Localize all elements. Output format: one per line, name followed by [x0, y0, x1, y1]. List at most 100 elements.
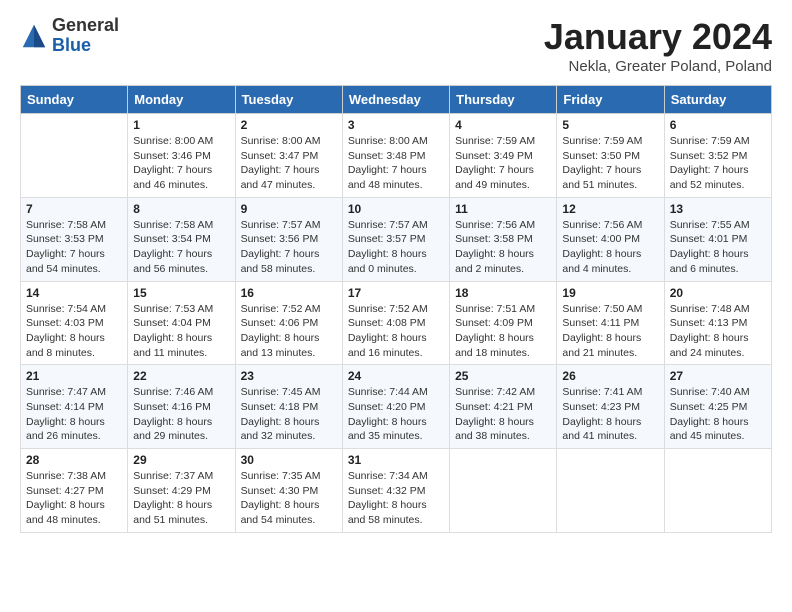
logo-text: General Blue	[52, 16, 119, 56]
day-info: Sunrise: 7:54 AMSunset: 4:03 PMDaylight:…	[26, 302, 122, 361]
calendar-cell: 16Sunrise: 7:52 AMSunset: 4:06 PMDayligh…	[235, 281, 342, 365]
calendar-cell: 8 Sunrise: 7:58 AMSunset: 3:54 PMDaylight…	[128, 197, 235, 281]
day-info: Sunrise: 7:41 AMSunset: 4:23 PMDaylight:…	[562, 385, 658, 444]
day-info: Sunrise: 7:42 AMSunset: 4:21 PMDaylight:…	[455, 385, 551, 444]
logo: General Blue	[20, 16, 119, 56]
day-number: 1	[133, 118, 229, 132]
calendar-cell: 3 Sunrise: 8:00 AMSunset: 3:48 PMDaylight…	[342, 114, 449, 198]
calendar-cell: 5 Sunrise: 7:59 AMSunset: 3:50 PMDaylight…	[557, 114, 664, 198]
calendar-cell	[21, 114, 128, 198]
col-header-sunday: Sunday	[21, 86, 128, 114]
day-info: Sunrise: 7:58 AMSunset: 3:54 PMDaylight:…	[133, 218, 229, 277]
day-number: 24	[348, 369, 444, 383]
day-info: Sunrise: 7:47 AMSunset: 4:14 PMDaylight:…	[26, 385, 122, 444]
calendar-cell: 18Sunrise: 7:51 AMSunset: 4:09 PMDayligh…	[450, 281, 557, 365]
day-number: 31	[348, 453, 444, 467]
calendar-cell: 29Sunrise: 7:37 AMSunset: 4:29 PMDayligh…	[128, 449, 235, 533]
day-info: Sunrise: 8:00 AMSunset: 3:46 PMDaylight:…	[133, 134, 229, 193]
day-number: 27	[670, 369, 766, 383]
page-header: General Blue January 2024 Nekla, Greater…	[20, 16, 772, 75]
day-info: Sunrise: 7:48 AMSunset: 4:13 PMDaylight:…	[670, 302, 766, 361]
day-info: Sunrise: 8:00 AMSunset: 3:48 PMDaylight:…	[348, 134, 444, 193]
calendar-cell: 12Sunrise: 7:56 AMSunset: 4:00 PMDayligh…	[557, 197, 664, 281]
calendar-cell: 2Sunrise: 8:00 AMSunset: 3:47 PMDaylight…	[235, 114, 342, 198]
day-info: Sunrise: 7:59 AMSunset: 3:50 PMDaylight:…	[562, 134, 658, 193]
day-info: Sunrise: 7:55 AMSunset: 4:01 PMDaylight:…	[670, 218, 766, 277]
day-number: 18	[455, 286, 551, 300]
day-number: 2	[241, 118, 337, 132]
calendar-week-row: 28 Sunrise: 7:38 AMSunset: 4:27 PMDayligh…	[21, 449, 772, 533]
col-header-friday: Friday	[557, 86, 664, 114]
calendar-week-row: 1 Sunrise: 8:00 AMSunset: 3:46 PMDaylight…	[21, 114, 772, 198]
location: Nekla, Greater Poland, Poland	[544, 58, 772, 75]
calendar-cell: 31Sunrise: 7:34 AMSunset: 4:32 PMDayligh…	[342, 449, 449, 533]
day-number: 26	[562, 369, 658, 383]
day-info: Sunrise: 7:57 AMSunset: 3:56 PMDaylight:…	[241, 218, 337, 277]
day-info: Sunrise: 7:56 AMSunset: 3:58 PMDaylight:…	[455, 218, 551, 277]
day-number: 28	[26, 453, 122, 467]
calendar-cell: 15Sunrise: 7:53 AMSunset: 4:04 PMDayligh…	[128, 281, 235, 365]
day-number: 8	[133, 202, 229, 216]
day-info: Sunrise: 7:35 AMSunset: 4:30 PMDaylight:…	[241, 469, 337, 528]
day-info: Sunrise: 7:52 AMSunset: 4:08 PMDaylight:…	[348, 302, 444, 361]
month-title: January 2024	[544, 16, 772, 58]
day-number: 20	[670, 286, 766, 300]
day-number: 12	[562, 202, 658, 216]
calendar-cell: 1 Sunrise: 8:00 AMSunset: 3:46 PMDaylight…	[128, 114, 235, 198]
calendar-cell: 9 Sunrise: 7:57 AMSunset: 3:56 PMDaylight…	[235, 197, 342, 281]
calendar-cell: 22 Sunrise: 7:46 AMSunset: 4:16 PMDayligh…	[128, 365, 235, 449]
day-info: Sunrise: 7:59 AMSunset: 3:49 PMDaylight:…	[455, 134, 551, 193]
day-number: 23	[241, 369, 337, 383]
day-number: 14	[26, 286, 122, 300]
day-number: 5	[562, 118, 658, 132]
day-info: Sunrise: 7:58 AMSunset: 3:53 PMDaylight:…	[26, 218, 122, 277]
day-info: Sunrise: 7:46 AMSunset: 4:16 PMDaylight:…	[133, 385, 229, 444]
calendar-week-row: 14 Sunrise: 7:54 AMSunset: 4:03 PMDayligh…	[21, 281, 772, 365]
day-number: 6	[670, 118, 766, 132]
calendar-cell: 6 Sunrise: 7:59 AMSunset: 3:52 PMDaylight…	[664, 114, 771, 198]
calendar-cell: 26 Sunrise: 7:41 AMSunset: 4:23 PMDayligh…	[557, 365, 664, 449]
calendar-cell: 10Sunrise: 7:57 AMSunset: 3:57 PMDayligh…	[342, 197, 449, 281]
calendar-week-row: 7 Sunrise: 7:58 AMSunset: 3:53 PMDaylight…	[21, 197, 772, 281]
col-header-thursday: Thursday	[450, 86, 557, 114]
title-block: January 2024 Nekla, Greater Poland, Pola…	[544, 16, 772, 75]
day-number: 9	[241, 202, 337, 216]
calendar-cell: 17 Sunrise: 7:52 AMSunset: 4:08 PMDayligh…	[342, 281, 449, 365]
day-number: 25	[455, 369, 551, 383]
day-info: Sunrise: 7:59 AMSunset: 3:52 PMDaylight:…	[670, 134, 766, 193]
calendar-cell: 24Sunrise: 7:44 AMSunset: 4:20 PMDayligh…	[342, 365, 449, 449]
day-number: 13	[670, 202, 766, 216]
day-info: Sunrise: 7:38 AMSunset: 4:27 PMDaylight:…	[26, 469, 122, 528]
calendar-cell: 19Sunrise: 7:50 AMSunset: 4:11 PMDayligh…	[557, 281, 664, 365]
calendar-cell: 27 Sunrise: 7:40 AMSunset: 4:25 PMDayligh…	[664, 365, 771, 449]
calendar-cell: 13 Sunrise: 7:55 AMSunset: 4:01 PMDayligh…	[664, 197, 771, 281]
day-number: 7	[26, 202, 122, 216]
day-number: 22	[133, 369, 229, 383]
calendar-cell: 25 Sunrise: 7:42 AMSunset: 4:21 PMDayligh…	[450, 365, 557, 449]
calendar-cell	[450, 449, 557, 533]
day-info: Sunrise: 7:53 AMSunset: 4:04 PMDaylight:…	[133, 302, 229, 361]
calendar-cell: 30 Sunrise: 7:35 AMSunset: 4:30 PMDayligh…	[235, 449, 342, 533]
calendar-cell: 4Sunrise: 7:59 AMSunset: 3:49 PMDaylight…	[450, 114, 557, 198]
calendar-cell: 21 Sunrise: 7:47 AMSunset: 4:14 PMDayligh…	[21, 365, 128, 449]
day-number: 11	[455, 202, 551, 216]
col-header-monday: Monday	[128, 86, 235, 114]
calendar-cell: 23Sunrise: 7:45 AMSunset: 4:18 PMDayligh…	[235, 365, 342, 449]
day-info: Sunrise: 7:40 AMSunset: 4:25 PMDaylight:…	[670, 385, 766, 444]
col-header-tuesday: Tuesday	[235, 86, 342, 114]
calendar-table: SundayMondayTuesdayWednesdayThursdayFrid…	[20, 85, 772, 533]
logo-icon	[20, 22, 48, 50]
calendar-cell	[557, 449, 664, 533]
day-info: Sunrise: 7:50 AMSunset: 4:11 PMDaylight:…	[562, 302, 658, 361]
col-header-wednesday: Wednesday	[342, 86, 449, 114]
day-info: Sunrise: 7:57 AMSunset: 3:57 PMDaylight:…	[348, 218, 444, 277]
day-number: 30	[241, 453, 337, 467]
calendar-cell	[664, 449, 771, 533]
day-number: 17	[348, 286, 444, 300]
day-number: 16	[241, 286, 337, 300]
calendar-cell: 14 Sunrise: 7:54 AMSunset: 4:03 PMDayligh…	[21, 281, 128, 365]
day-number: 3	[348, 118, 444, 132]
calendar-cell: 20 Sunrise: 7:48 AMSunset: 4:13 PMDayligh…	[664, 281, 771, 365]
calendar-cell: 11 Sunrise: 7:56 AMSunset: 3:58 PMDayligh…	[450, 197, 557, 281]
day-number: 21	[26, 369, 122, 383]
